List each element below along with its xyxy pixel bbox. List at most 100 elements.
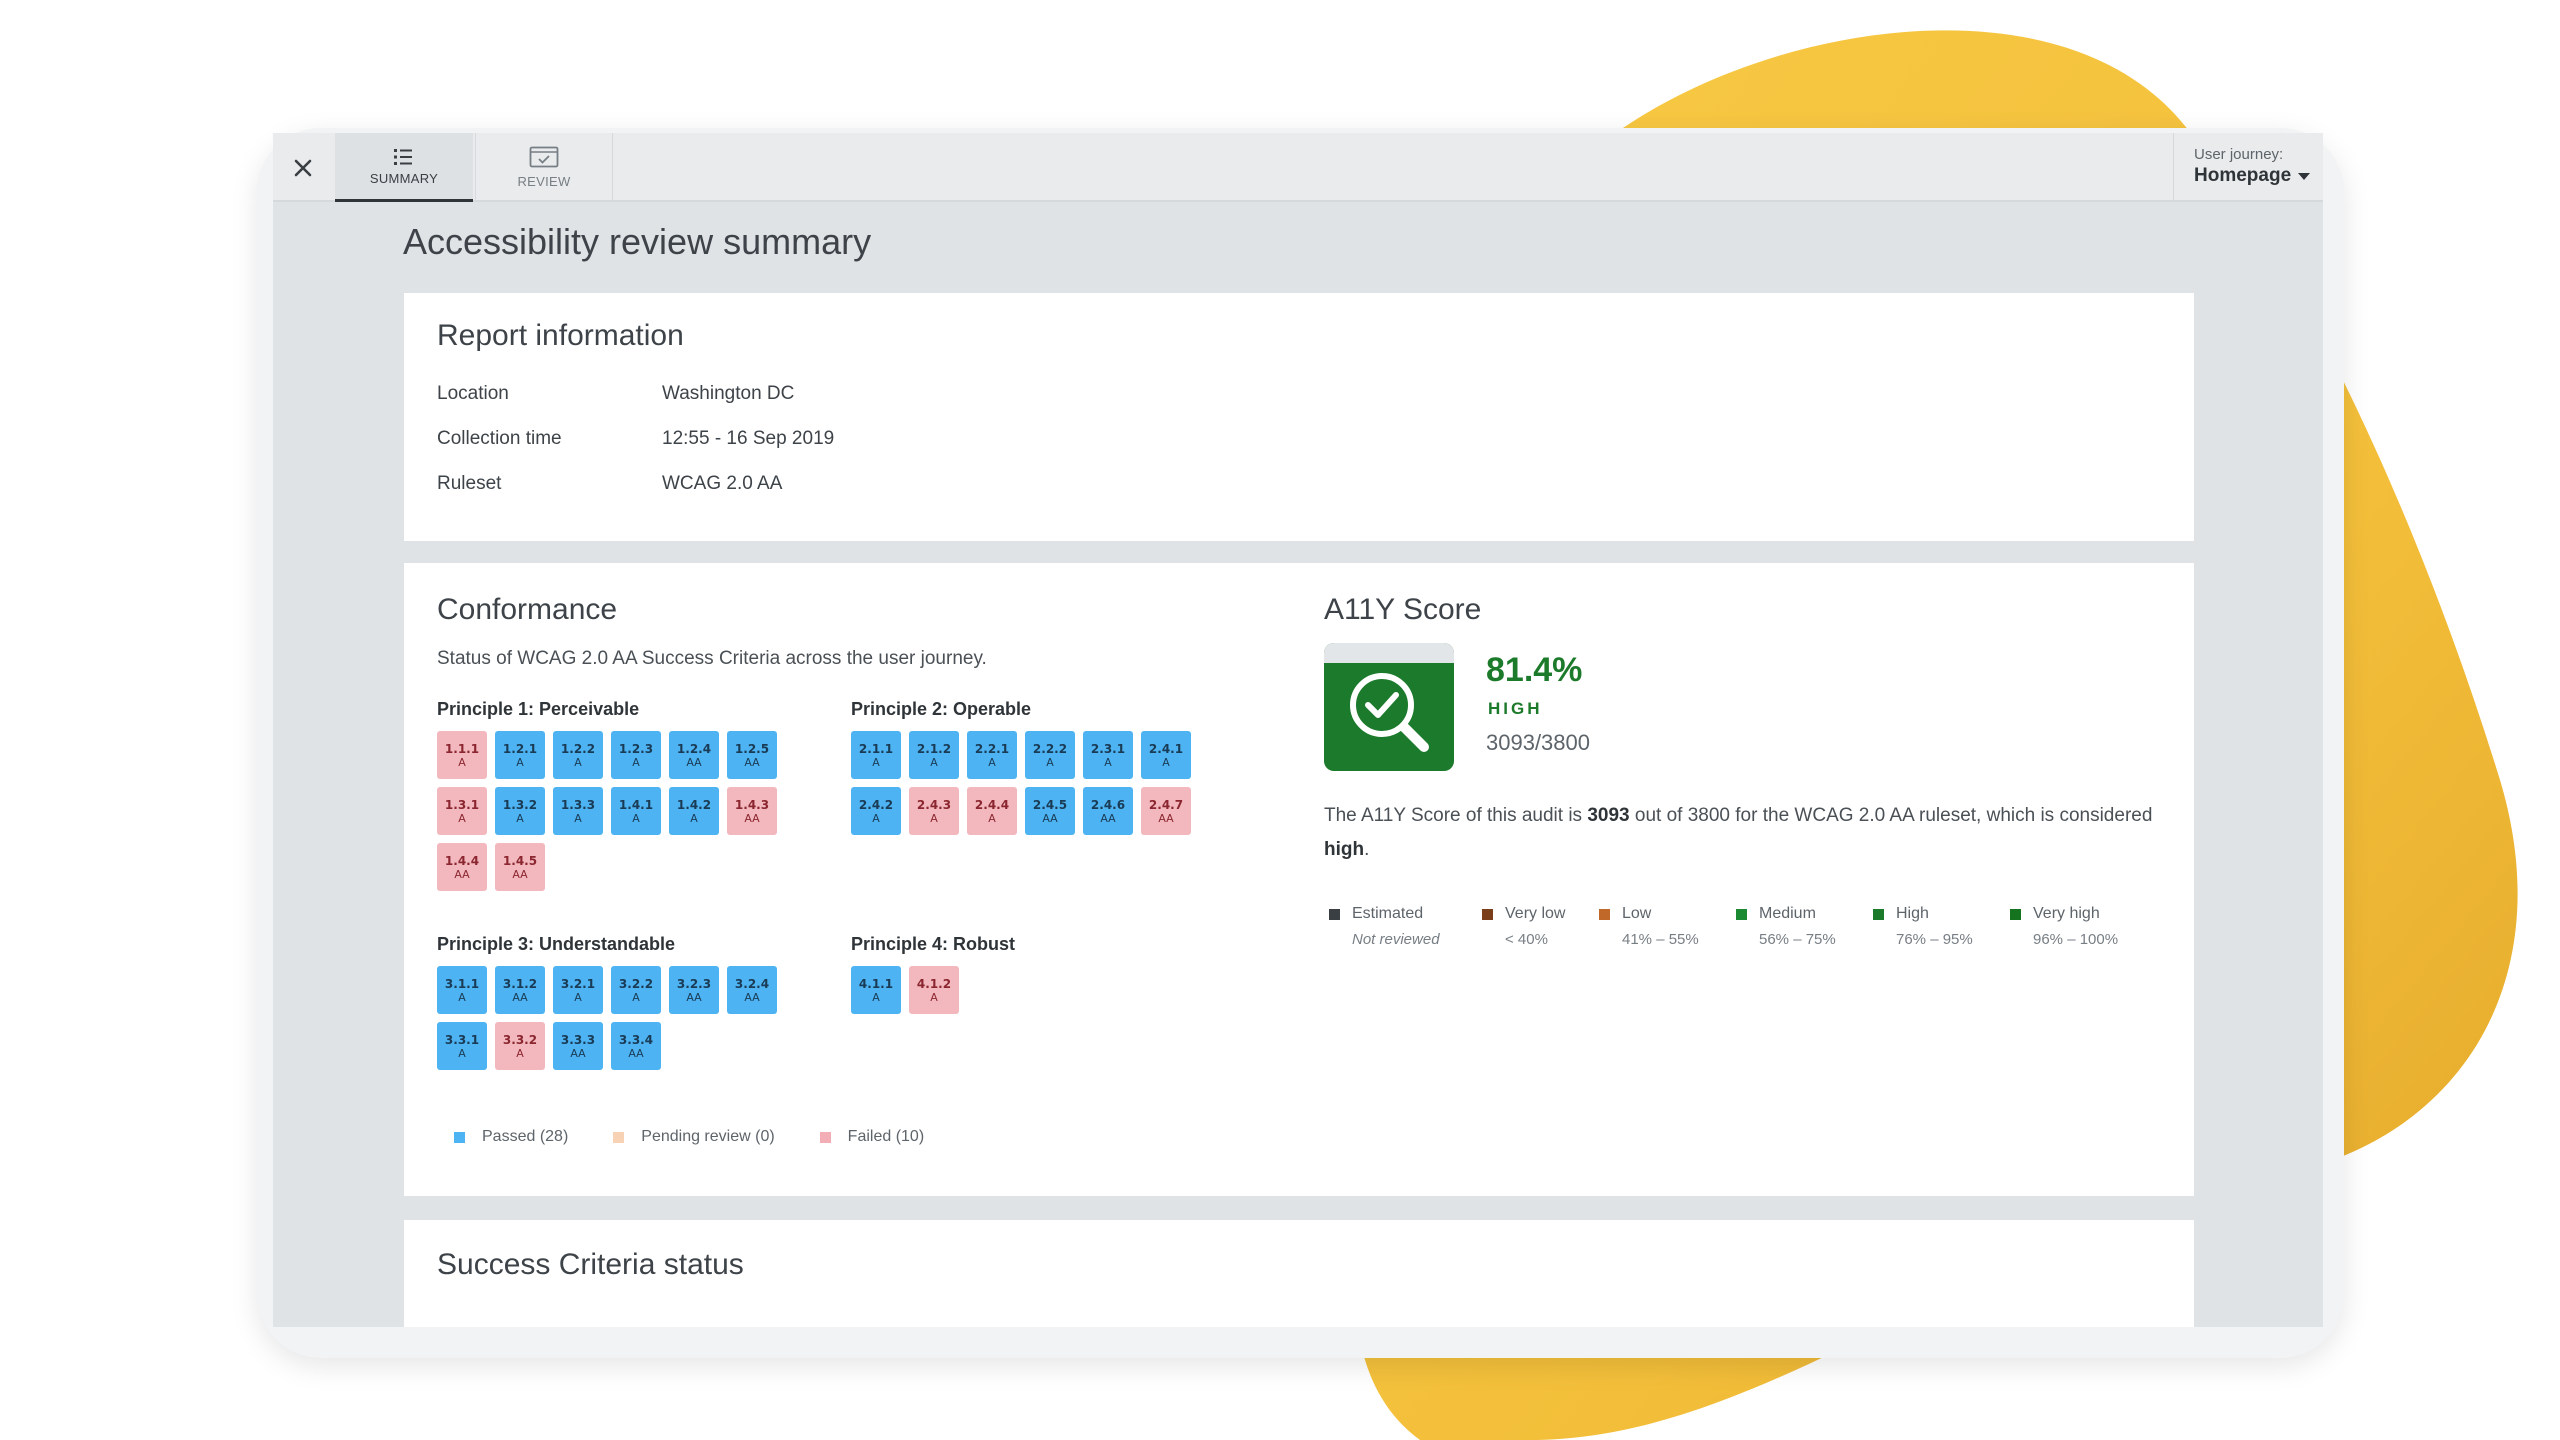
a11y-score-fraction: 3093/3800 (1486, 730, 1590, 755)
criterion-tile[interactable]: 3.2.4 AA (727, 966, 777, 1014)
scale-high-range: 76% – 95% (1896, 931, 1973, 948)
legend-failed-label: Failed (10) (847, 1128, 925, 1145)
criterion-tile[interactable]: 1.4.5 AA (495, 843, 545, 891)
criterion-tile[interactable]: 1.2.4 AA (669, 731, 719, 779)
legend-pending-swatch (613, 1131, 625, 1143)
criterion-tile[interactable]: 2.4.3 A (909, 787, 959, 835)
criterion-tile[interactable]: 2.1.1 A (851, 731, 901, 779)
criterion-id: 1.2.3 (618, 741, 654, 756)
criterion-level: AA (744, 811, 760, 825)
report-information-title: Report information (437, 319, 684, 352)
scale-very-low-swatch (1482, 908, 1493, 920)
criterion-tile[interactable]: 1.1.1 A (437, 731, 487, 779)
a11y-score-percent: 81.4% (1486, 651, 1583, 689)
desc-score-value: 3093 (1587, 805, 1630, 826)
criterion-id: 1.4.1 (618, 797, 654, 812)
criterion-id: 3.3.2 (502, 1032, 538, 1047)
legend-failed-swatch (819, 1131, 831, 1143)
criterion-tile[interactable]: 2.4.4 A (967, 787, 1017, 835)
criterion-id: 2.4.1 (1148, 741, 1184, 756)
top-bar: SUMMARY REVIEW User journey: Homepage (273, 133, 2323, 202)
criterion-tile[interactable]: 1.3.1 A (437, 787, 487, 835)
scale-very-high-swatch (2010, 908, 2021, 920)
criterion-id: 4.1.2 (916, 976, 952, 991)
criterion-level: AA (454, 867, 470, 881)
criterion-level: A (516, 811, 524, 825)
scale-low: Low 41% – 55% (1599, 905, 1699, 948)
criterion-tile[interactable]: 1.2.5 AA (727, 731, 777, 779)
criterion-tile[interactable]: 1.4.3 AA (727, 787, 777, 835)
criterion-tile[interactable]: 1.2.1 A (495, 731, 545, 779)
criterion-level: A (574, 990, 582, 1004)
scale-estimated-swatch (1329, 908, 1340, 920)
criterion-level: AA (744, 755, 760, 769)
criterion-tile[interactable]: 2.4.2 A (851, 787, 901, 835)
criterion-tile[interactable]: 2.4.6 AA (1083, 787, 1133, 835)
criterion-tile[interactable]: 3.2.1 A (553, 966, 603, 1014)
scale-very-low-name: Very low (1505, 905, 1566, 922)
scale-high-swatch (1873, 908, 1884, 920)
criterion-tile[interactable]: 1.4.4 AA (437, 843, 487, 891)
criterion-tile[interactable]: 1.2.3 A (611, 731, 661, 779)
criterion-tile[interactable]: 2.1.2 A (909, 731, 959, 779)
criterion-tile[interactable]: 3.2.3 AA (669, 966, 719, 1014)
criterion-tile[interactable]: 2.4.1 A (1141, 731, 1191, 779)
criterion-tile[interactable]: 2.3.1 A (1083, 731, 1133, 779)
criterion-tile[interactable]: 3.3.3 AA (553, 1022, 603, 1070)
close-button[interactable] (283, 148, 323, 188)
magnifier-check-icon (1350, 673, 1429, 752)
collection-time-label: Collection time (437, 428, 562, 449)
criterion-tile[interactable]: 3.2.2 A (611, 966, 661, 1014)
criterion-id: 1.3.2 (502, 797, 538, 812)
criterion-tile[interactable]: 1.4.2 A (669, 787, 719, 835)
legend-passed-swatch (454, 1131, 465, 1143)
legend-pending-label: Pending review (0) (641, 1128, 775, 1145)
criterion-tile[interactable]: 4.1.1 A (851, 966, 901, 1014)
criterion-id: 3.1.2 (502, 976, 538, 991)
scale-low-name: Low (1622, 905, 1652, 922)
legend-pending: Pending review (0) (613, 1128, 775, 1146)
tab-review[interactable]: REVIEW (475, 133, 613, 202)
criterion-tile[interactable]: 2.4.5 AA (1025, 787, 1075, 835)
criterion-id: 3.2.1 (560, 976, 596, 991)
criterion-id: 2.4.7 (1148, 797, 1184, 812)
criterion-tile[interactable]: 2.2.1 A (967, 731, 1017, 779)
criterion-level: A (988, 811, 996, 825)
criterion-tile[interactable]: 1.4.1 A (611, 787, 661, 835)
conformance-card: Conformance Status of WCAG 2.0 AA Succes… (404, 563, 2194, 1196)
scale-medium-range: 56% – 75% (1759, 931, 1836, 948)
criterion-tile[interactable]: 1.3.3 A (553, 787, 603, 835)
criterion-tile[interactable]: 2.2.2 A (1025, 731, 1075, 779)
a11y-score-badge (1324, 643, 1454, 771)
scale-high-name: High (1896, 905, 1929, 922)
criterion-tile[interactable]: 3.3.4 AA (611, 1022, 661, 1070)
criterion-tile[interactable]: 4.1.2 A (909, 966, 959, 1014)
criterion-id: 1.3.1 (444, 797, 480, 812)
criterion-id: 1.2.4 (676, 741, 712, 756)
criterion-tile[interactable]: 3.1.2 AA (495, 966, 545, 1014)
criterion-level: A (930, 755, 938, 769)
criterion-level: A (632, 811, 640, 825)
success-criteria-card: Success Criteria status (404, 1220, 2194, 1327)
location-value: Washington DC (662, 383, 795, 404)
criterion-tile[interactable]: 2.4.7 AA (1141, 787, 1191, 835)
criterion-level: A (632, 755, 640, 769)
criterion-level: A (930, 990, 938, 1004)
tab-summary[interactable]: SUMMARY (335, 133, 473, 202)
criterion-tile[interactable]: 3.3.1 A (437, 1022, 487, 1070)
desc-text-1: The A11Y Score of this audit is (1324, 805, 1588, 826)
criterion-tile[interactable]: 3.1.1 A (437, 966, 487, 1014)
criterion-tile[interactable]: 1.2.2 A (553, 731, 603, 779)
desc-text-3: . (1364, 839, 1370, 860)
app-screen: SUMMARY REVIEW User journey: Homepage Ac… (273, 133, 2323, 1327)
scale-estimated-range: Not reviewed (1352, 931, 1440, 948)
criterion-id: 1.3.3 (560, 797, 596, 812)
criterion-tile[interactable]: 1.3.2 A (495, 787, 545, 835)
criterion-tile[interactable]: 3.3.2 A (495, 1022, 545, 1070)
user-journey-dropdown[interactable]: User journey: Homepage (2173, 133, 2323, 202)
scale-low-range: 41% – 55% (1622, 931, 1699, 948)
criterion-level: A (1046, 755, 1054, 769)
criterion-level: A (690, 811, 698, 825)
criterion-id: 1.1.1 (444, 741, 480, 756)
criterion-level: AA (686, 755, 702, 769)
